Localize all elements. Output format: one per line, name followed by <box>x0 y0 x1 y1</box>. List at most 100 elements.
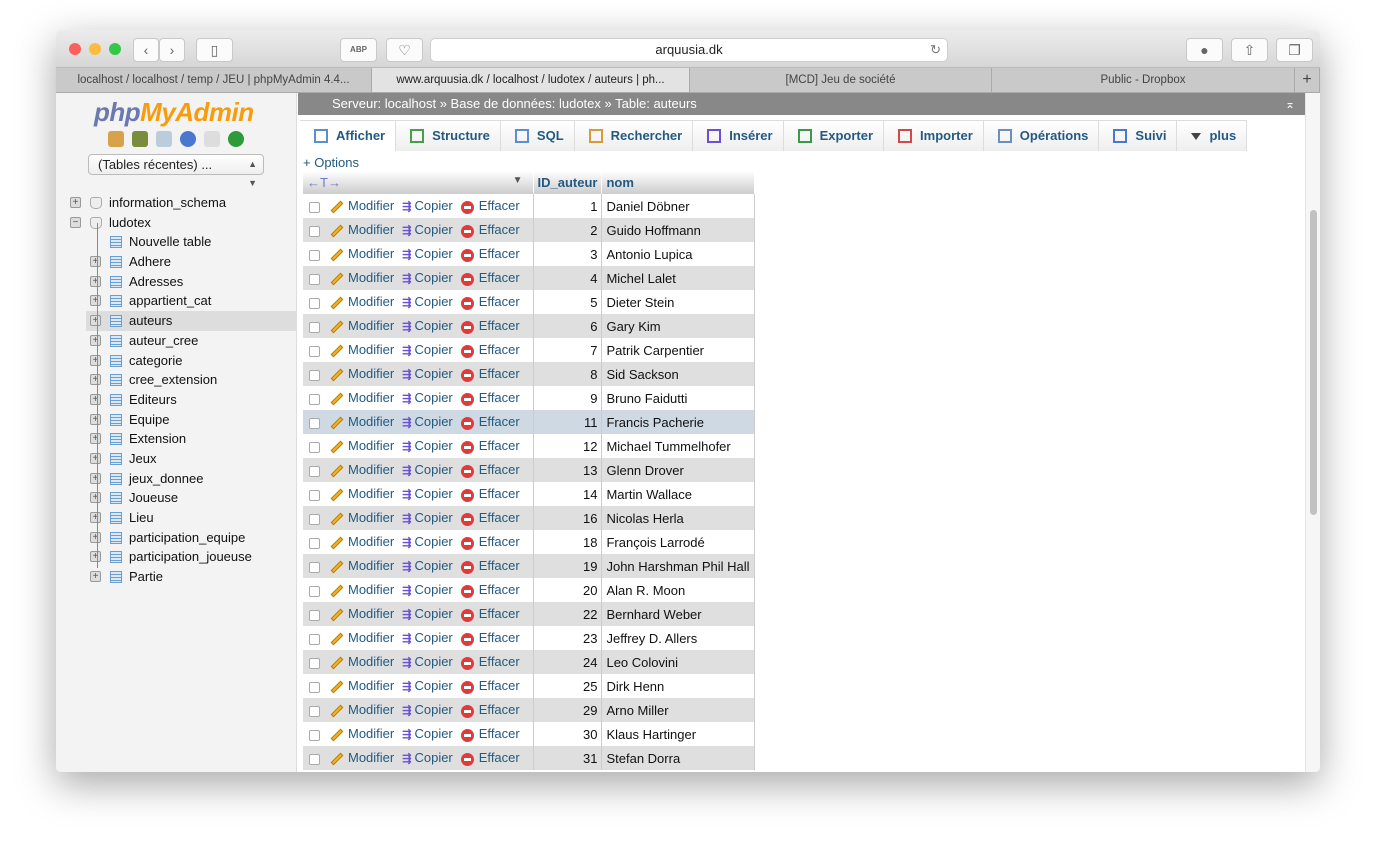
sort-dropdown-icon[interactable]: ▼ <box>513 175 523 186</box>
edit-link[interactable]: Modifier <box>348 582 394 597</box>
copy-link[interactable]: Copier <box>414 390 452 405</box>
options-link[interactable]: + Options <box>303 155 359 170</box>
edit-link[interactable]: Modifier <box>348 654 394 669</box>
back-button[interactable]: ‹ <box>133 38 159 62</box>
delete-link[interactable]: Effacer <box>479 630 520 645</box>
row-checkbox[interactable] <box>309 585 320 597</box>
copy-link[interactable]: Copier <box>414 486 452 501</box>
row-checkbox[interactable] <box>309 441 320 453</box>
edit-link[interactable]: Modifier <box>348 318 394 333</box>
cell-nom[interactable]: Bernhard Weber <box>601 602 755 626</box>
sidebar-table-Extension[interactable]: + Extension <box>86 429 296 449</box>
cell-nom[interactable]: Gary Kim <box>601 314 755 338</box>
row-checkbox[interactable] <box>309 249 320 261</box>
cell-nom[interactable]: Dirk Henn <box>601 674 755 698</box>
sidebar-table-Adhere[interactable]: + Adhere <box>86 252 296 272</box>
cell-id-auteur[interactable]: 20 <box>533 578 603 602</box>
cell-id-auteur[interactable]: 5 <box>533 290 603 314</box>
expand-icon[interactable]: + <box>90 492 101 504</box>
delete-link[interactable]: Effacer <box>479 198 520 213</box>
copy-link[interactable]: Copier <box>414 198 452 213</box>
close-window-button[interactable] <box>69 43 81 55</box>
sidebar-table-auteurs[interactable]: + auteurs <box>86 311 296 331</box>
copy-link[interactable]: Copier <box>414 462 452 477</box>
delete-link[interactable]: Effacer <box>479 390 520 405</box>
copy-link[interactable]: Copier <box>414 702 452 717</box>
sidebar-table-Partie[interactable]: + Partie <box>86 567 296 587</box>
copy-link[interactable]: Copier <box>414 222 452 237</box>
delete-link[interactable]: Effacer <box>479 582 520 597</box>
row-checkbox[interactable] <box>309 633 320 645</box>
delete-link[interactable]: Effacer <box>479 606 520 621</box>
expand-icon[interactable]: + <box>90 354 101 366</box>
tab-plus[interactable]: plus <box>1177 120 1248 151</box>
cell-nom[interactable]: Michael Tummelhofer <box>601 434 755 458</box>
expand-icon[interactable]: + <box>90 295 101 307</box>
row-checkbox[interactable] <box>309 657 320 669</box>
row-checkbox[interactable] <box>309 225 320 237</box>
row-checkbox[interactable] <box>309 369 320 381</box>
delete-link[interactable]: Effacer <box>479 294 520 309</box>
db-information_schema[interactable]: + information_schema <box>56 193 296 213</box>
delete-link[interactable]: Effacer <box>479 270 520 285</box>
row-checkbox[interactable] <box>309 417 320 429</box>
minimize-window-button[interactable] <box>89 43 101 55</box>
delete-link[interactable]: Effacer <box>479 438 520 453</box>
cell-nom[interactable]: Glenn Drover <box>601 458 755 482</box>
cell-nom[interactable]: Guido Hoffmann <box>601 218 755 242</box>
expand-icon[interactable]: + <box>90 334 101 346</box>
cell-id-auteur[interactable]: 18 <box>533 530 603 554</box>
expand-icon[interactable]: + <box>90 452 101 464</box>
sidebar-table-jeux_donnee[interactable]: + jeux_donnee <box>86 469 296 489</box>
edit-link[interactable]: Modifier <box>348 750 394 765</box>
delete-link[interactable]: Effacer <box>479 558 520 573</box>
cell-id-auteur[interactable]: 3 <box>533 242 603 266</box>
delete-link[interactable]: Effacer <box>479 414 520 429</box>
cell-id-auteur[interactable]: 8 <box>533 362 603 386</box>
copy-link[interactable]: Copier <box>414 246 452 261</box>
cell-id-auteur[interactable]: 23 <box>533 626 603 650</box>
tab-auteurs[interactable]: www.arquusia.dk / localhost / ludotex / … <box>372 68 690 92</box>
delete-link[interactable]: Effacer <box>479 246 520 261</box>
row-checkbox[interactable] <box>309 681 320 693</box>
reload-icon[interactable] <box>228 131 244 147</box>
edit-link[interactable]: Modifier <box>348 558 394 573</box>
tab-suivi[interactable]: Suivi <box>1099 120 1178 151</box>
copy-link[interactable]: Copier <box>414 750 452 765</box>
row-checkbox[interactable] <box>309 297 320 309</box>
tab-sql[interactable]: SQL <box>500 120 575 151</box>
row-checkbox[interactable] <box>309 201 320 213</box>
tabs-overview-icon[interactable]: ❐ <box>1276 38 1313 62</box>
logout-icon[interactable] <box>132 131 148 147</box>
row-checkbox[interactable] <box>309 321 320 333</box>
tab-structure[interactable]: Structure <box>396 120 501 151</box>
row-checkbox[interactable] <box>309 513 320 525</box>
edit-link[interactable]: Modifier <box>348 510 394 525</box>
collapse-top-icon[interactable]: ⌅ <box>1285 93 1295 115</box>
home-icon[interactable] <box>108 131 124 147</box>
sidebar-table-participation_equipe[interactable]: + participation_equipe <box>86 528 296 548</box>
row-checkbox[interactable] <box>309 729 320 741</box>
copy-link[interactable]: Copier <box>414 342 452 357</box>
cell-id-auteur[interactable]: 30 <box>533 722 603 746</box>
tab-insérer[interactable]: Insérer <box>693 120 784 151</box>
delete-link[interactable]: Effacer <box>479 702 520 717</box>
download-icon[interactable]: ● <box>1186 38 1223 62</box>
zoom-window-button[interactable] <box>109 43 121 55</box>
copy-link[interactable]: Copier <box>414 318 452 333</box>
cell-nom[interactable]: Daniel Döbner <box>601 194 755 218</box>
edit-link[interactable]: Modifier <box>348 294 394 309</box>
cell-nom[interactable]: François Larrodé <box>601 530 755 554</box>
cell-nom[interactable]: Martin Wallace <box>601 482 755 506</box>
tab-mcd[interactable]: [MCD] Jeu de société <box>690 68 992 92</box>
reload-icon[interactable]: ↻ <box>930 39 941 61</box>
cell-nom[interactable]: Sid Sackson <box>601 362 755 386</box>
breadcrumb-table[interactable]: Table: auteurs <box>615 96 697 111</box>
expand-icon[interactable]: + <box>90 256 101 268</box>
row-checkbox[interactable] <box>309 609 320 621</box>
delete-link[interactable]: Effacer <box>479 462 520 477</box>
cell-id-auteur[interactable]: 2 <box>533 218 603 242</box>
row-checkbox[interactable] <box>309 561 320 573</box>
header-nom[interactable]: nom <box>601 171 755 194</box>
copy-link[interactable]: Copier <box>414 654 452 669</box>
